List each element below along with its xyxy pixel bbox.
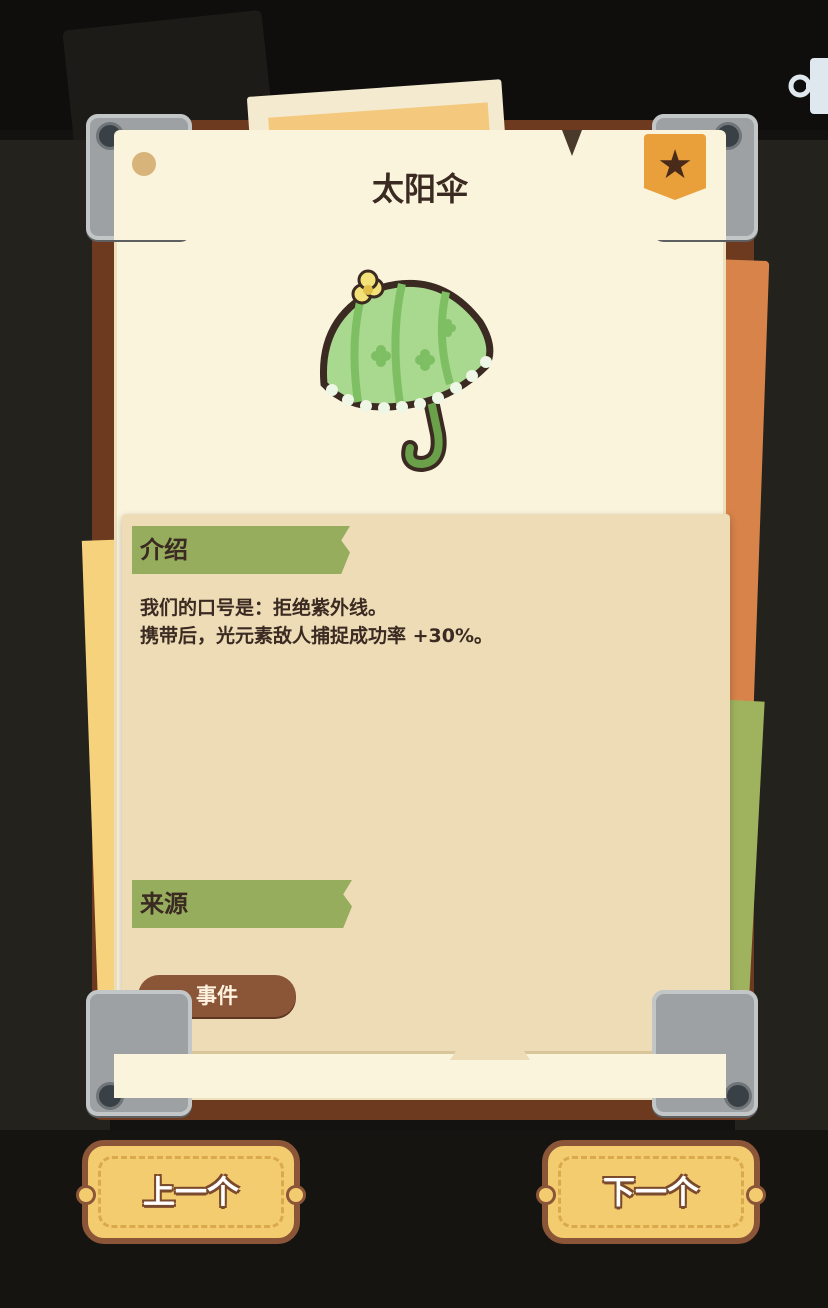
next-button[interactable]: 下一个 bbox=[536, 1140, 766, 1244]
item-description: 我们的口号是：拒绝紫外线。 携带后，光元素敌人捕捉成功率 +30%。 bbox=[140, 594, 700, 650]
source-label: 来源 bbox=[140, 890, 188, 918]
prev-button-label: 上一个 bbox=[142, 1173, 239, 1211]
source-ribbon: 来源 bbox=[132, 880, 352, 928]
intro-ribbon: 介绍 bbox=[132, 526, 350, 574]
card-notch bbox=[562, 130, 582, 156]
prev-button[interactable]: 上一个 bbox=[76, 1140, 306, 1244]
umbrella-icon bbox=[319, 269, 494, 473]
description-line-2: 携带后，光元素敌人捕捉成功率 +30%。 bbox=[140, 625, 494, 647]
intro-label: 介绍 bbox=[140, 536, 188, 564]
description-line-1: 我们的口号是：拒绝紫外线。 bbox=[140, 597, 388, 619]
card-bottom-strip bbox=[114, 1054, 726, 1098]
item-title: 太阳伞 bbox=[371, 170, 468, 208]
next-button-label: 下一个 bbox=[602, 1173, 699, 1211]
share-icon[interactable] bbox=[788, 58, 828, 114]
